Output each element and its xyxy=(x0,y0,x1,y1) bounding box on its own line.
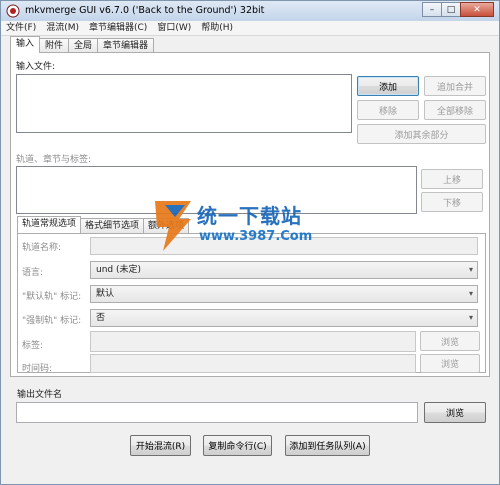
output-filename-label: 输出文件名 xyxy=(17,390,63,400)
input-files-label: 输入文件: xyxy=(16,62,56,72)
language-label: 语言: xyxy=(22,268,44,278)
default-track-label: "默认轨" 标记: xyxy=(22,292,82,302)
remove-button[interactable]: 移除 xyxy=(357,100,419,120)
main-window: mkvmerge GUI v6.7.0 ('Back to the Ground… xyxy=(0,0,500,485)
tags-browse-button[interactable]: 浏览 xyxy=(420,331,480,351)
output-browse-button[interactable]: 浏览 xyxy=(424,402,486,423)
tab-global[interactable]: 全局 xyxy=(68,38,99,53)
tracks-label: 轨道、章节与标签: xyxy=(16,155,92,165)
close-button[interactable]: ✕ xyxy=(460,2,494,17)
language-select[interactable]: und (未定) ▾ xyxy=(90,261,478,279)
track-name-label: 轨道名称: xyxy=(22,243,62,253)
tab-general-track-options[interactable]: 轨道常规选项 xyxy=(17,216,82,233)
timecodes-browse-button[interactable]: 浏览 xyxy=(420,354,480,373)
default-track-select[interactable]: 默认 ▾ xyxy=(90,285,478,303)
language-value: und (未定) xyxy=(96,265,142,275)
minimize-button[interactable]: – xyxy=(422,2,442,17)
tags-label: 标签: xyxy=(22,341,44,351)
menu-window[interactable]: 窗口(W) xyxy=(152,21,196,35)
forced-track-label: "强制轨" 标记: xyxy=(22,316,82,326)
append-button[interactable]: 追加合并 xyxy=(424,76,486,96)
menu-file[interactable]: 文件(F) xyxy=(1,21,41,35)
default-track-value: 默认 xyxy=(96,289,115,299)
watermark-arrow-icon xyxy=(155,201,191,251)
menu-bar: 文件(F) 混流(M) 章节编辑器(C) 窗口(W) 帮助(H) xyxy=(1,21,499,36)
tags-input[interactable] xyxy=(90,331,416,352)
remove-all-button[interactable]: 全部移除 xyxy=(424,100,486,120)
window-title: mkvmerge GUI v6.7.0 ('Back to the Ground… xyxy=(25,5,265,16)
watermark-logo: 统一下载站 www.3987.Com xyxy=(151,197,351,257)
forced-track-select[interactable]: 否 ▾ xyxy=(90,309,478,327)
chevron-down-icon: ▾ xyxy=(468,313,473,322)
timecodes-input[interactable] xyxy=(90,354,416,373)
chevron-down-icon: ▾ xyxy=(468,265,473,274)
chevron-down-icon: ▾ xyxy=(468,289,473,298)
move-down-button[interactable]: 下移 xyxy=(421,192,483,212)
menu-mux[interactable]: 混流(M) xyxy=(41,21,84,35)
copy-command-line-button[interactable]: 复制命令行(C) xyxy=(203,435,272,456)
forced-track-value: 否 xyxy=(96,313,106,323)
title-bar: mkvmerge GUI v6.7.0 ('Back to the Ground… xyxy=(1,1,499,21)
tab-chapter-editor[interactable]: 章节编辑器 xyxy=(97,38,155,53)
tab-input[interactable]: 输入 xyxy=(10,36,41,53)
add-to-job-queue-button[interactable]: 添加到任务队列(A) xyxy=(285,435,370,456)
add-additional-parts-button[interactable]: 添加其余部分 xyxy=(357,124,486,144)
tab-format-specific-options[interactable]: 格式细节选项 xyxy=(80,218,145,233)
tab-attachments[interactable]: 附件 xyxy=(39,38,70,53)
menu-chapter-editor[interactable]: 章节编辑器(C) xyxy=(84,21,152,35)
mkvmerge-app-icon xyxy=(6,4,20,18)
maximize-button[interactable]: □ xyxy=(441,2,461,17)
output-filename-input[interactable] xyxy=(16,402,418,423)
watermark-url: www.3987.Com xyxy=(199,229,313,244)
watermark-title: 统一下载站 xyxy=(197,204,302,228)
move-up-button[interactable]: 上移 xyxy=(421,169,483,189)
main-tabs: 输入 附件 全局 章节编辑器 xyxy=(10,36,155,53)
timecodes-label: 时间码: xyxy=(22,364,53,374)
input-files-list[interactable] xyxy=(16,74,352,133)
menu-help[interactable]: 帮助(H) xyxy=(196,21,238,35)
add-button[interactable]: 添加 xyxy=(357,76,419,96)
start-mux-button[interactable]: 开始混流(R) xyxy=(130,435,191,456)
